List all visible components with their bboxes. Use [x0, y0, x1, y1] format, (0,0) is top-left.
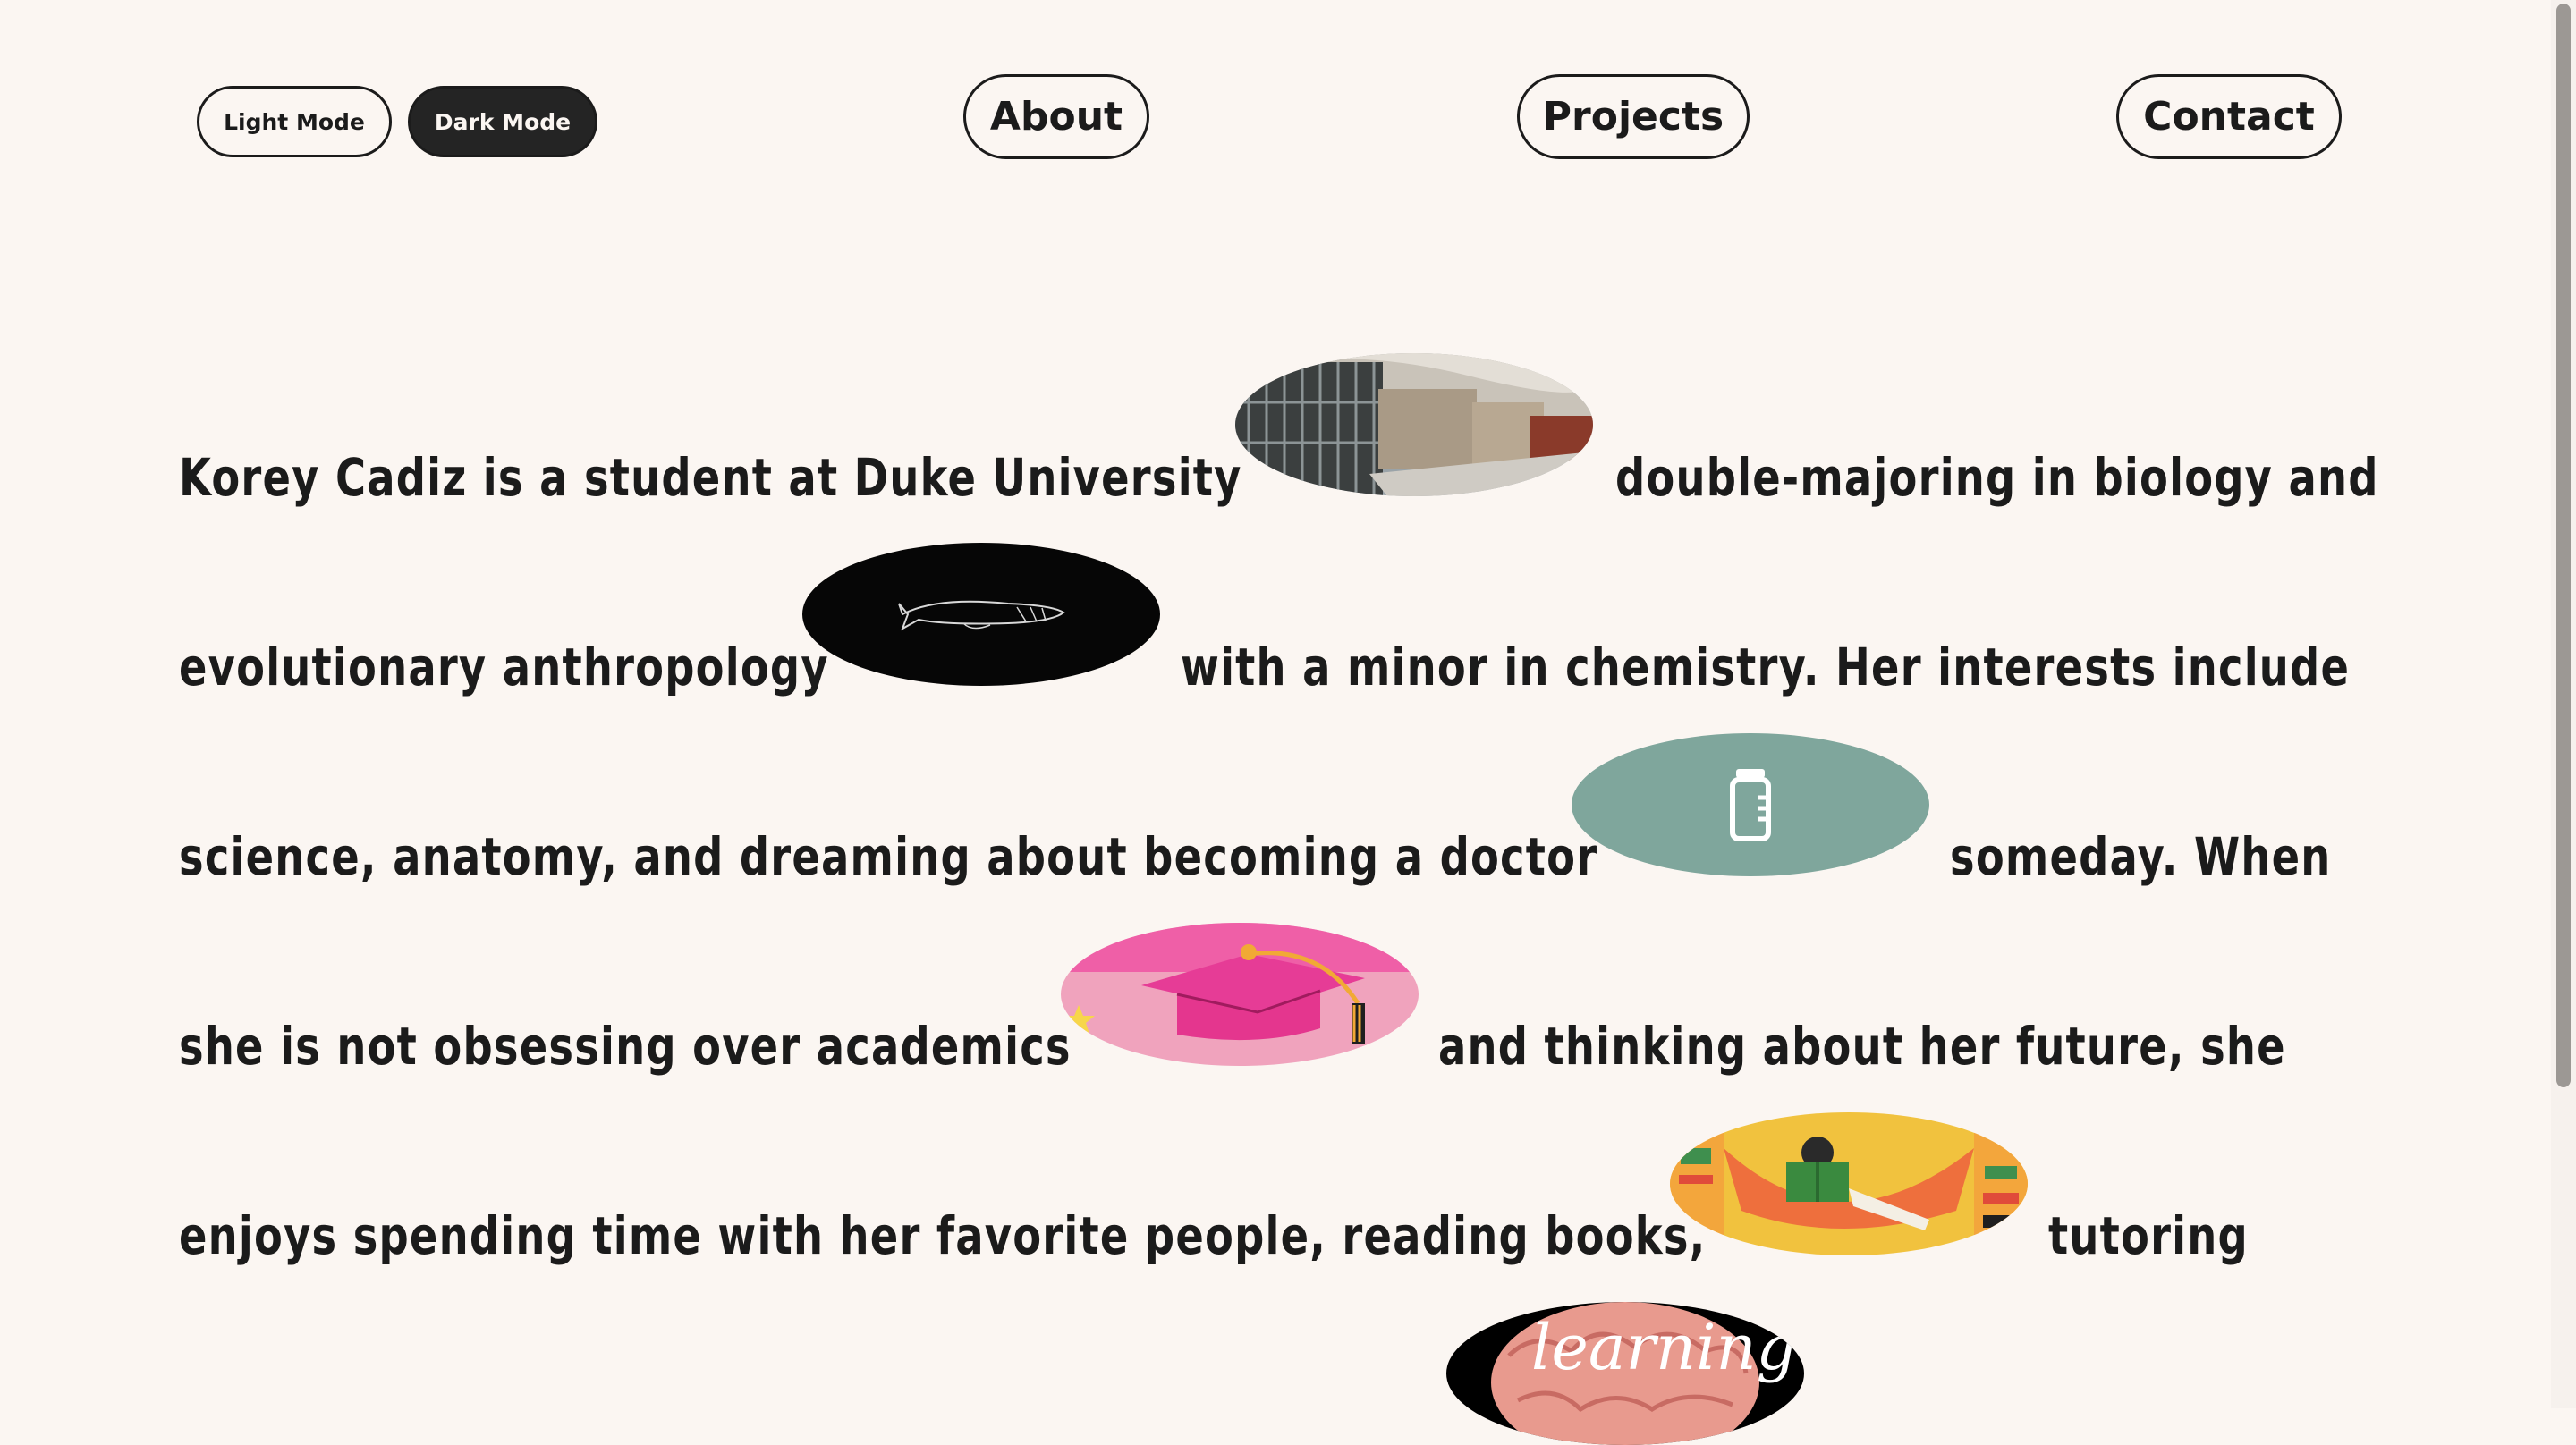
fish-skeleton-icon: [802, 543, 1160, 686]
bio-line3-text-b: someday. When: [1950, 826, 2332, 887]
bio-line3-text: science, anatomy, and dreaming about bec…: [179, 826, 1598, 887]
nav-projects[interactable]: Projects: [1517, 74, 1750, 159]
campus-photo: [1235, 353, 1593, 496]
learning-text: learning: [1531, 1311, 1797, 1384]
bio-line2-text-b: with a minor in chemistry. Her interests…: [1181, 637, 2351, 697]
light-mode-button[interactable]: Light Mode: [197, 86, 392, 157]
bio-line1-text-b: double-majoring in biology and: [1615, 447, 2379, 508]
bio-line4-text: she is not obsessing over academics: [179, 1016, 1072, 1077]
vial-icon: [1572, 733, 1929, 876]
nav-about[interactable]: About: [963, 74, 1149, 159]
graduation-cap-icon: [1061, 923, 1419, 1066]
nav-contact[interactable]: Contact: [2116, 74, 2342, 159]
scrollbar-track[interactable]: [2551, 0, 2576, 1408]
bio-line5-text: enjoys spending time with her favorite p…: [179, 1205, 1707, 1266]
bio-line1-text: Korey Cadiz is a student at Duke Univers…: [179, 447, 1242, 508]
brain-learning-icon: learning: [1446, 1302, 1804, 1445]
bio-line5-text-b: tutoring: [2048, 1205, 2249, 1266]
bio-line2-text: evolutionary anthropology: [179, 637, 829, 697]
scrollbar-thumb[interactable]: [2556, 4, 2571, 1087]
bio-line4-text-b: and thinking about her future, she: [1438, 1016, 2286, 1077]
dark-mode-button[interactable]: Dark Mode: [408, 86, 597, 157]
reading-hammock-illustration: [1670, 1112, 2028, 1255]
